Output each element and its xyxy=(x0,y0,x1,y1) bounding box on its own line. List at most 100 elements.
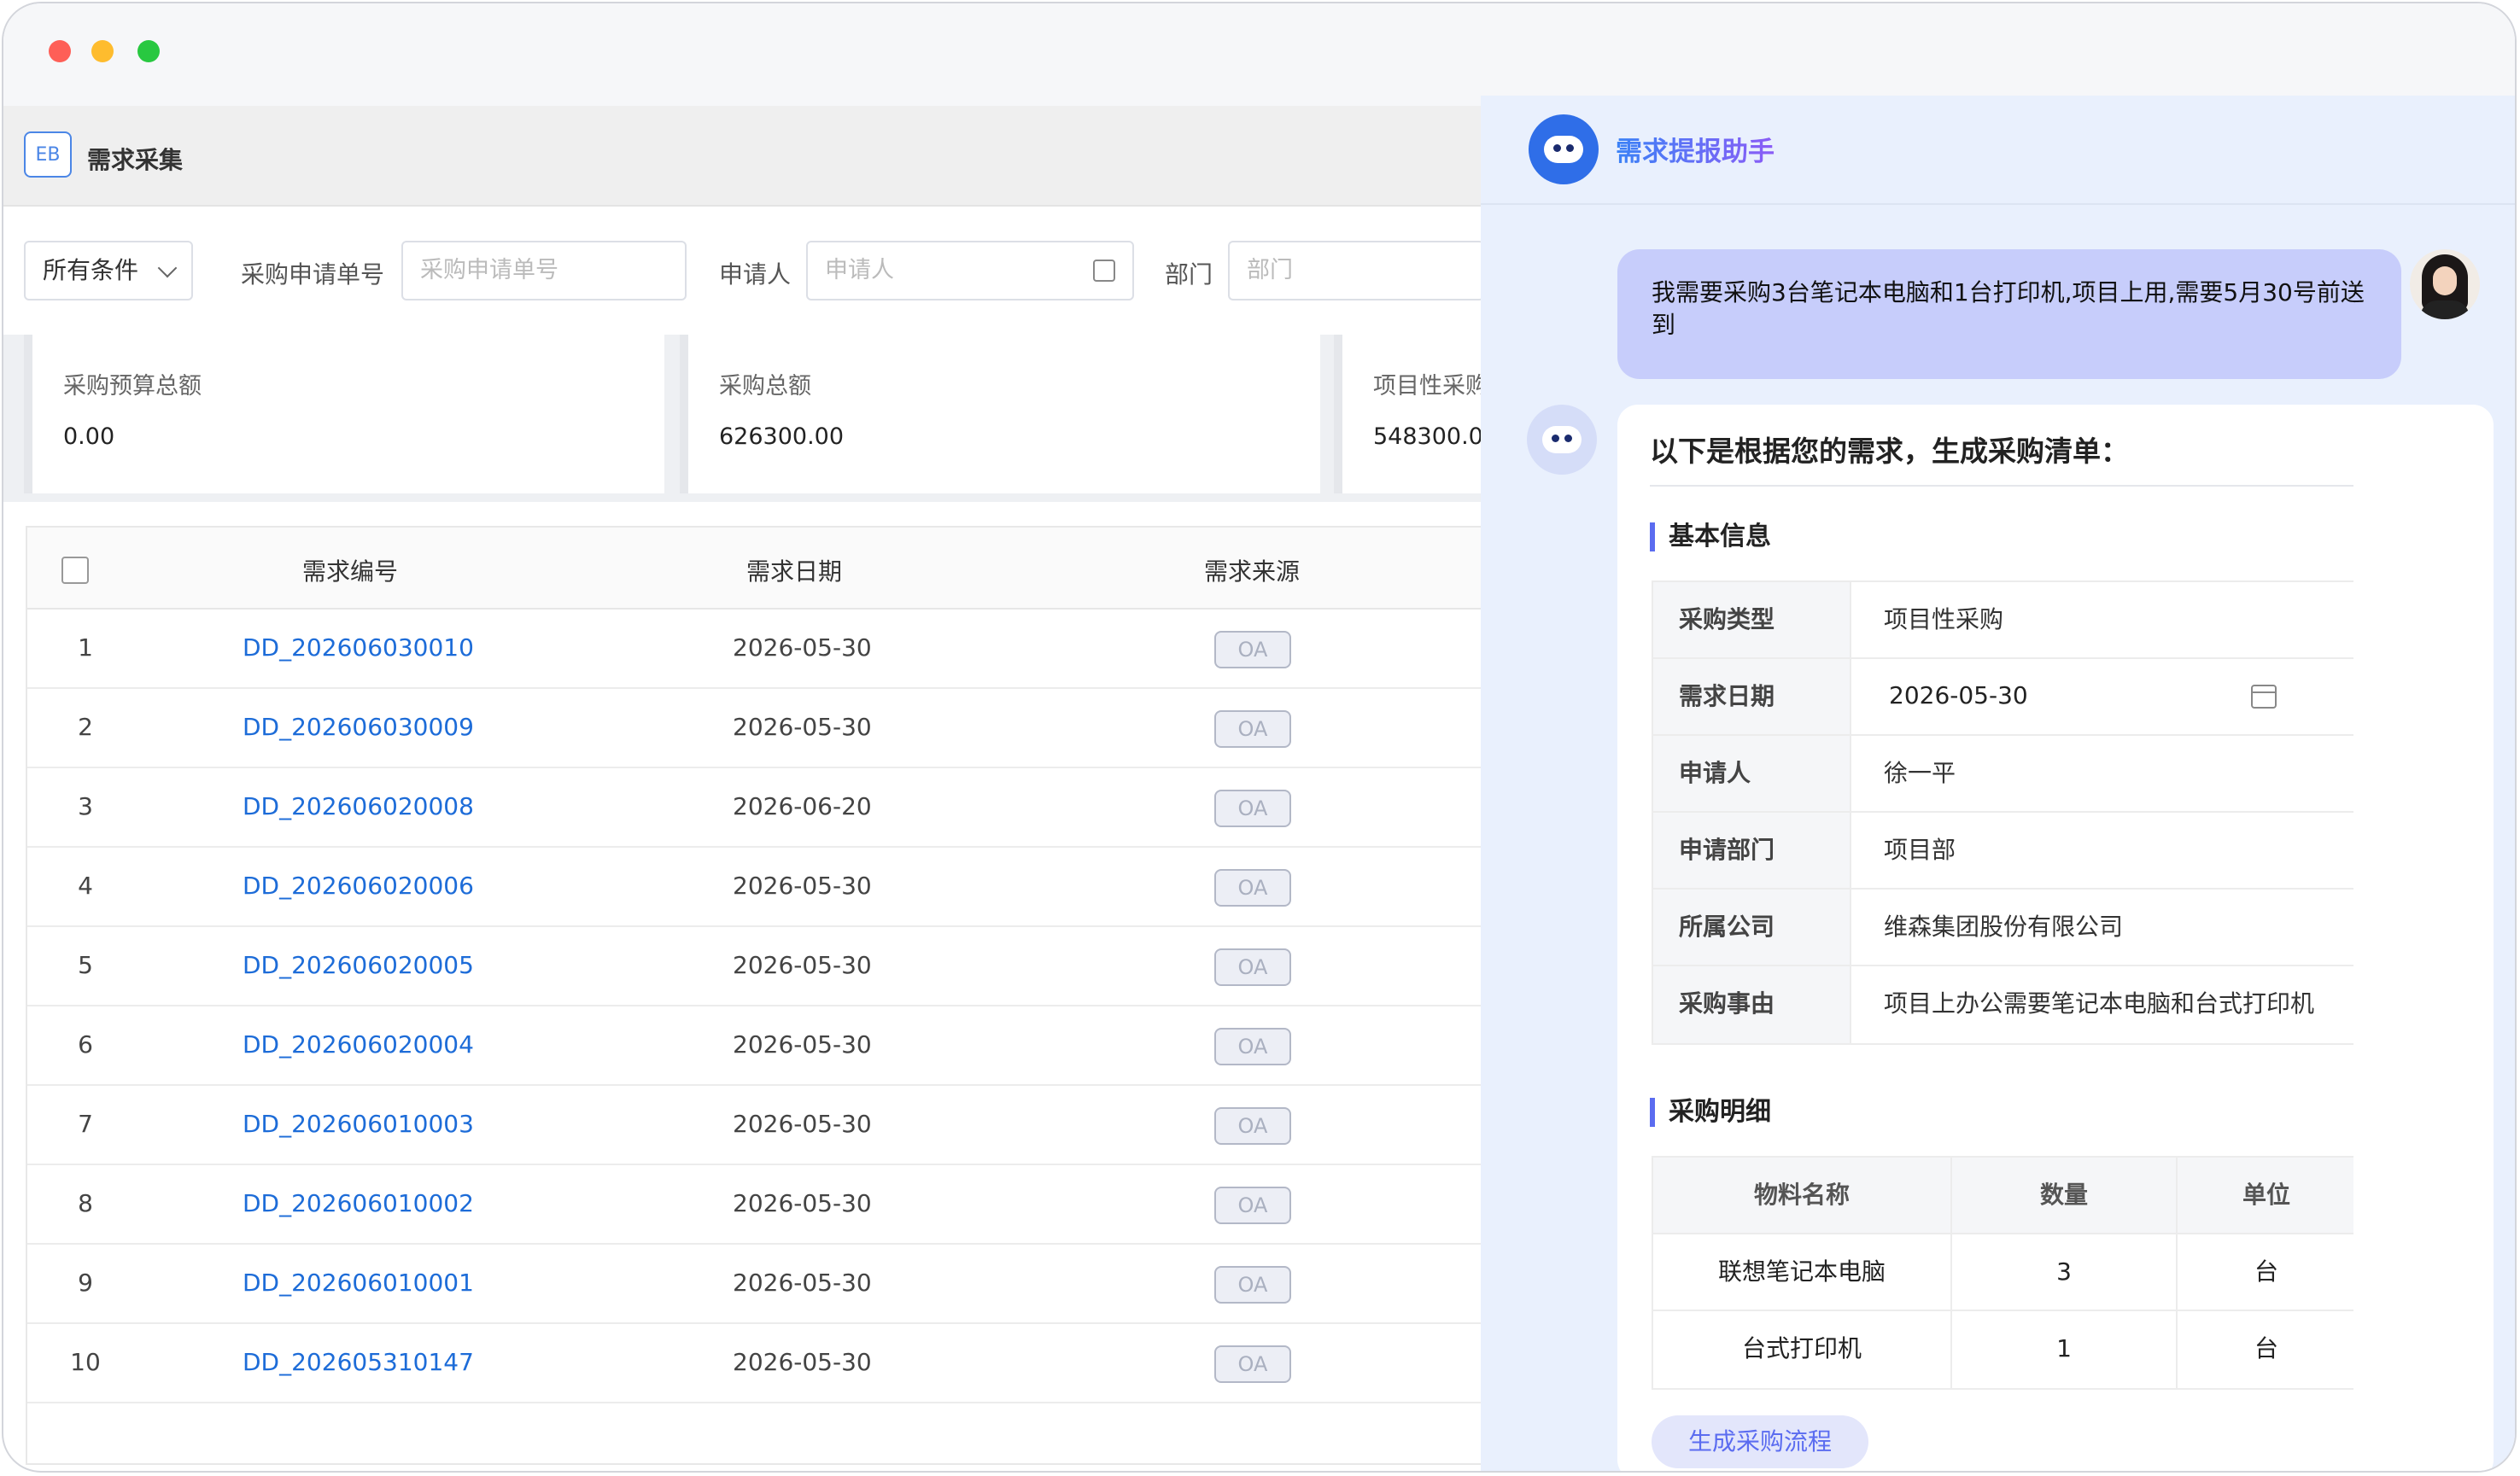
request-no-input[interactable]: 采购申请单号 xyxy=(401,241,687,300)
info-value: 维森集团股份有限公司 xyxy=(1884,913,2124,941)
table-row[interactable]: 7 DD_202606010003 2026-05-30 OA xyxy=(27,1086,1482,1165)
request-no-label: 采购申请单号 xyxy=(241,260,385,289)
demand-code-link[interactable]: DD_202606020005 xyxy=(243,951,474,979)
demand-code-link[interactable]: DD_202606020004 xyxy=(243,1030,474,1059)
detail-header-row: 物料名称 数量 单位 xyxy=(1653,1158,2353,1234)
info-row: 需求日期 2026-05-30 xyxy=(1653,659,2353,736)
info-row: 采购类型 项目性采购 xyxy=(1653,582,2353,659)
stats-row: 采购预算总额 0.00 采购总额 626300.00 项目性采购 548300.… xyxy=(3,335,1505,502)
stat-label: 采购预算总额 xyxy=(63,373,202,400)
detail-row: 台式打印机 1 台 xyxy=(1653,1311,2353,1388)
detail-qty: 3 xyxy=(1952,1234,2178,1310)
reply-heading: 以下是根据您的需求，生成采购清单： xyxy=(1650,435,2129,468)
demand-code-link[interactable]: DD_202606030010 xyxy=(243,633,474,662)
row-index: 2 xyxy=(78,713,93,741)
demand-code-link[interactable]: DD_202605310147 xyxy=(243,1348,474,1376)
condition-select[interactable]: 所有条件 xyxy=(24,241,193,300)
calendar-icon[interactable] xyxy=(2251,685,2277,709)
chevron-down-icon xyxy=(157,258,178,278)
info-key: 所属公司 xyxy=(1653,890,1851,965)
info-value: 徐一平 xyxy=(1884,759,1956,787)
divider xyxy=(1650,485,2353,487)
stat-value: 548300.00 xyxy=(1373,423,1499,450)
table-row[interactable]: 4 DD_202606020006 2026-05-30 OA xyxy=(27,848,1482,927)
table-row[interactable]: 6 DD_202606020004 2026-05-30 OA xyxy=(27,1006,1482,1086)
detail-name: 台式打印机 xyxy=(1653,1311,1952,1388)
demand-date: 2026-05-30 xyxy=(733,1269,872,1297)
detail-header-unit: 单位 xyxy=(2242,1181,2290,1209)
row-index: 1 xyxy=(78,633,93,662)
row-index: 10 xyxy=(70,1348,101,1376)
app-header: EB 需求采集 xyxy=(3,106,1482,207)
stat-card: 采购预算总额 0.00 xyxy=(24,335,664,493)
row-index: 9 xyxy=(78,1269,93,1297)
row-index: 3 xyxy=(78,792,93,820)
date-picker[interactable]: 2026-05-30 xyxy=(1884,659,2328,734)
demand-code-link[interactable]: DD_202606020008 xyxy=(243,792,474,820)
detail-row: 联想笔记本电脑 3 台 xyxy=(1653,1234,2353,1311)
basic-info-table: 采购类型 项目性采购 需求日期 2026-05-30 申请人 徐一平 申请部门 xyxy=(1652,580,2353,1045)
row-index: 4 xyxy=(78,872,93,900)
table-header: 需求编号 需求日期 需求来源 xyxy=(27,528,1482,610)
table-row[interactable]: 2 DD_202606030009 2026-05-30 OA xyxy=(27,689,1482,768)
app-window: EB 需求采集 所有条件 采购申请单号 采购申请单号 申请人 申请人 部门 部门… xyxy=(2,2,2517,1473)
source-badge: OA xyxy=(1214,1266,1291,1304)
demand-date: 2026-05-30 xyxy=(733,951,872,979)
demand-date: 2026-05-30 xyxy=(733,872,872,900)
close-window-button[interactable] xyxy=(49,40,71,62)
demand-code-link[interactable]: DD_202606010003 xyxy=(243,1110,474,1138)
generate-process-button[interactable]: 生成采购流程 xyxy=(1652,1415,1868,1468)
demand-code-link[interactable]: DD_202606010001 xyxy=(243,1269,474,1297)
robot-icon xyxy=(1529,114,1599,184)
source-badge: OA xyxy=(1214,1028,1291,1065)
info-row: 申请人 徐一平 xyxy=(1653,736,2353,813)
stat-value: 626300.00 xyxy=(719,423,845,450)
info-row: 申请部门 项目部 xyxy=(1653,813,2353,890)
applicant-placeholder: 申请人 xyxy=(825,257,894,283)
assistant-reply-card: 以下是根据您的需求，生成采购清单： 基本信息 采购类型 项目性采购 需求日期 2… xyxy=(1617,405,2494,1471)
assistant-panel: 需求提报助手 我需要采购3台笔记本电脑和1台打印机,项目上用,需要5月30号前送… xyxy=(1481,96,2515,1471)
info-key: 需求日期 xyxy=(1653,659,1851,734)
table-row[interactable]: 10 DD_202605310147 2026-05-30 OA xyxy=(27,1324,1482,1403)
table-row[interactable]: 8 DD_202606010002 2026-05-30 OA xyxy=(27,1165,1482,1245)
minimize-window-button[interactable] xyxy=(91,40,114,62)
info-key: 采购事由 xyxy=(1653,966,1851,1043)
source-badge: OA xyxy=(1214,1345,1291,1383)
info-row: 采购事由 项目上办公需要笔记本电脑和台式打印机 xyxy=(1653,966,2353,1043)
info-key: 申请人 xyxy=(1653,736,1851,811)
column-header-date: 需求日期 xyxy=(746,557,843,586)
demand-date: 2026-06-20 xyxy=(733,792,872,820)
source-badge: OA xyxy=(1214,1187,1291,1224)
app-logo: EB xyxy=(24,131,72,178)
source-badge: OA xyxy=(1214,790,1291,827)
detail-unit: 台 xyxy=(2254,1257,2278,1286)
demand-date: 2026-05-30 xyxy=(733,1110,872,1138)
demand-code-link[interactable]: DD_202606030009 xyxy=(243,713,474,741)
filter-bar: 所有条件 采购申请单号 采购申请单号 申请人 申请人 部门 部门 xyxy=(3,208,1484,336)
stat-value: 0.00 xyxy=(63,423,115,450)
demand-code-link[interactable]: DD_202606010002 xyxy=(243,1189,474,1217)
detail-unit: 台 xyxy=(2254,1334,2278,1362)
demand-code-link[interactable]: DD_202606020006 xyxy=(243,872,474,900)
dept-input[interactable]: 部门 xyxy=(1228,241,1484,300)
info-row: 所属公司 维森集团股份有限公司 xyxy=(1653,890,2353,966)
condition-select-value: 所有条件 xyxy=(43,256,139,284)
detail-table: 物料名称 数量 单位 联想笔记本电脑 3 台 台式打印机 1 台 xyxy=(1652,1156,2353,1390)
table-row[interactable]: 5 DD_202606020005 2026-05-30 OA xyxy=(27,927,1482,1006)
detail-name: 联想笔记本电脑 xyxy=(1653,1234,1952,1310)
maximize-window-button[interactable] xyxy=(137,40,160,62)
demand-date: 2026-05-30 xyxy=(733,1030,872,1059)
row-index: 8 xyxy=(78,1189,93,1217)
table-row[interactable]: 3 DD_202606020008 2026-06-20 OA xyxy=(27,768,1482,848)
select-user-icon[interactable] xyxy=(1093,260,1115,282)
applicant-label: 申请人 xyxy=(719,260,792,289)
select-all-checkbox[interactable] xyxy=(61,557,89,584)
row-index: 5 xyxy=(78,951,93,979)
row-index: 6 xyxy=(78,1030,93,1059)
info-key: 申请部门 xyxy=(1653,813,1851,888)
user-avatar xyxy=(2410,249,2480,319)
table-row[interactable]: 1 DD_202606030010 2026-05-30 OA xyxy=(27,610,1482,689)
robot-avatar-icon xyxy=(1527,405,1597,475)
applicant-input[interactable]: 申请人 xyxy=(806,241,1134,300)
table-row[interactable]: 9 DD_202606010001 2026-05-30 OA xyxy=(27,1245,1482,1324)
